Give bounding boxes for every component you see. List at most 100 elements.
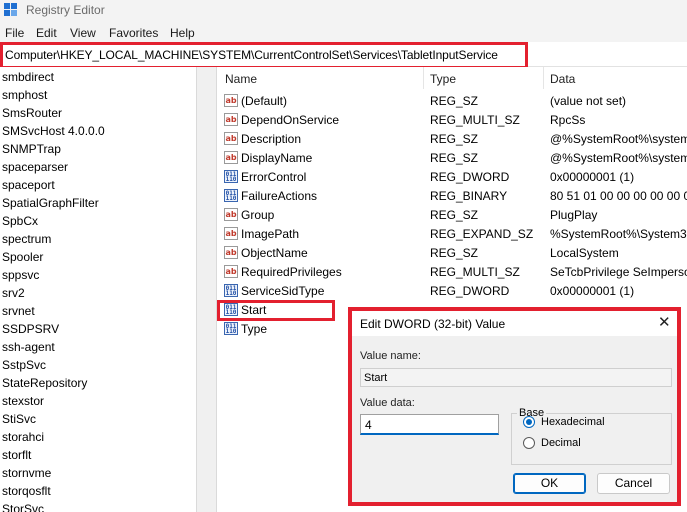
column-header-data[interactable]: Data xyxy=(550,72,575,86)
cancel-button[interactable]: Cancel xyxy=(597,473,670,494)
value-type: REG_BINARY xyxy=(430,189,508,203)
value-type: REG_SZ xyxy=(430,246,479,260)
value-name: Type xyxy=(241,322,268,336)
tree-item[interactable]: srv2 xyxy=(2,286,25,300)
tree-item[interactable]: SstpSvc xyxy=(2,358,46,372)
menu-file[interactable]: File xyxy=(5,26,24,40)
tree-item[interactable]: SmsRouter xyxy=(2,106,62,120)
menu-favorites[interactable]: Favorites xyxy=(109,26,158,40)
binary-value-icon: 011 110 xyxy=(224,322,238,335)
value-type: REG_EXPAND_SZ xyxy=(430,227,534,241)
string-value-icon: ab xyxy=(224,246,238,259)
string-value-icon: ab xyxy=(224,265,238,278)
value-type: REG_SZ xyxy=(430,94,479,108)
tree-item[interactable]: StiSvc xyxy=(2,412,36,426)
column-header-name[interactable]: Name xyxy=(225,72,257,86)
key-tree[interactable]: smbdirect smphost SmsRouter SMSvcHost 4.… xyxy=(0,67,196,512)
menu-bar: File Edit View Favorites Help xyxy=(0,22,687,42)
string-value-icon: ab xyxy=(224,132,238,145)
binary-value-icon: 011 110 xyxy=(224,284,238,297)
address-highlight-box xyxy=(0,42,528,69)
decimal-radio[interactable] xyxy=(523,437,535,449)
tree-item[interactable]: stornvme xyxy=(2,466,51,480)
value-name-label: Value name: xyxy=(360,350,421,362)
value-name: Group xyxy=(241,208,275,222)
value-name: DependOnService xyxy=(241,113,340,127)
value-row[interactable]: ab (Default) REG_SZ (value not set) xyxy=(217,91,687,110)
tree-item[interactable]: SNMPTrap xyxy=(2,142,61,156)
value-data: @%SystemRoot%\system xyxy=(550,151,687,165)
value-row[interactable]: 011 110 ErrorControl REG_DWORD 0x00000001… xyxy=(217,167,687,186)
tree-item[interactable]: smphost xyxy=(2,88,47,102)
tree-item[interactable]: SSDPSRV xyxy=(2,322,59,336)
window-title: Registry Editor xyxy=(26,3,105,17)
value-data-input[interactable]: 4 xyxy=(360,414,499,435)
tree-item[interactable]: smbdirect xyxy=(2,70,54,84)
tree-item[interactable]: stexstor xyxy=(2,394,44,408)
hexadecimal-label[interactable]: Hexadecimal xyxy=(541,416,605,428)
tree-item[interactable]: StorSvc xyxy=(2,502,44,512)
value-name: Description xyxy=(241,132,302,146)
value-name: ServiceSidType xyxy=(241,284,325,298)
value-row[interactable]: ab Description REG_SZ @%SystemRoot%\syst… xyxy=(217,129,687,148)
pane-splitter[interactable] xyxy=(196,67,217,512)
string-value-icon: ab xyxy=(224,227,238,240)
value-row[interactable]: ab DependOnService REG_MULTI_SZ RpcSs xyxy=(217,110,687,129)
value-type: REG_DWORD xyxy=(430,284,510,298)
tree-item[interactable]: storqosflt xyxy=(2,484,51,498)
column-divider[interactable] xyxy=(543,67,544,89)
tree-item[interactable]: SMSvcHost 4.0.0.0 xyxy=(2,124,105,138)
value-row[interactable]: ab RequiredPrivileges REG_MULTI_SZ SeTcb… xyxy=(217,262,687,281)
ok-button[interactable]: OK xyxy=(513,473,586,494)
value-type: REG_SZ xyxy=(430,151,479,165)
value-row[interactable]: ab ObjectName REG_SZ LocalSystem xyxy=(217,243,687,262)
close-icon[interactable]: ✕ xyxy=(658,313,671,331)
tree-item[interactable]: storahci xyxy=(2,430,44,444)
menu-edit[interactable]: Edit xyxy=(36,26,57,40)
value-row[interactable]: 011 110 ServiceSidType REG_DWORD 0x000000… xyxy=(217,281,687,300)
tree-item[interactable]: sppsvc xyxy=(2,268,39,282)
value-row[interactable]: ab DisplayName REG_SZ @%SystemRoot%\syst… xyxy=(217,148,687,167)
tree-item[interactable]: ssh-agent xyxy=(2,340,55,354)
value-name: RequiredPrivileges xyxy=(241,265,342,279)
value-data: %SystemRoot%\System32 xyxy=(550,227,687,241)
value-name: ErrorControl xyxy=(241,170,307,184)
column-divider[interactable] xyxy=(423,67,424,89)
tree-item[interactable]: StateRepository xyxy=(2,376,87,390)
binary-value-icon: 011 110 xyxy=(224,189,238,202)
value-row[interactable]: ab Group REG_SZ PlugPlay xyxy=(217,205,687,224)
value-data: RpcSs xyxy=(550,113,586,127)
value-row[interactable]: ab ImagePath REG_EXPAND_SZ %SystemRoot%\… xyxy=(217,224,687,243)
value-data: 80 51 01 00 00 00 00 00 0 xyxy=(550,189,687,203)
tree-item[interactable]: Spooler xyxy=(2,250,43,264)
registry-editor-icon xyxy=(4,3,18,17)
value-type: REG_MULTI_SZ xyxy=(430,265,520,279)
tree-item[interactable]: spectrum xyxy=(2,232,51,246)
tree-item[interactable]: srvnet xyxy=(2,304,35,318)
string-value-icon: ab xyxy=(224,113,238,126)
binary-value-icon: 011 110 xyxy=(224,170,238,183)
value-name: ObjectName xyxy=(241,246,308,260)
value-name: FailureActions xyxy=(241,189,318,203)
value-data: @%SystemRoot%\system xyxy=(550,132,687,146)
dialog-title: Edit DWORD (32-bit) Value xyxy=(360,317,506,331)
value-data: (value not set) xyxy=(550,94,627,108)
tree-item[interactable]: SpatialGraphFilter xyxy=(2,196,99,210)
title-bar: Registry Editor xyxy=(0,0,687,22)
value-row[interactable]: 011 110 FailureActions REG_BINARY 80 51 0… xyxy=(217,186,687,205)
decimal-label[interactable]: Decimal xyxy=(541,437,581,449)
tree-item[interactable]: SpbCx xyxy=(2,214,38,228)
dialog-body: Value name: Start Value data: 4 Base Hex… xyxy=(352,336,677,502)
value-type: REG_MULTI_SZ xyxy=(430,113,520,127)
tree-item[interactable]: storflt xyxy=(2,448,31,462)
hexadecimal-radio[interactable] xyxy=(523,416,535,428)
column-header-type[interactable]: Type xyxy=(430,72,456,86)
value-data: LocalSystem xyxy=(550,246,619,260)
menu-help[interactable]: Help xyxy=(170,26,195,40)
value-name-field: Start xyxy=(360,368,672,387)
menu-view[interactable]: View xyxy=(70,26,96,40)
tree-item[interactable]: spaceparser xyxy=(2,160,68,174)
string-value-icon: ab xyxy=(224,151,238,164)
tree-item[interactable]: spaceport xyxy=(2,178,55,192)
value-data: PlugPlay xyxy=(550,208,598,222)
